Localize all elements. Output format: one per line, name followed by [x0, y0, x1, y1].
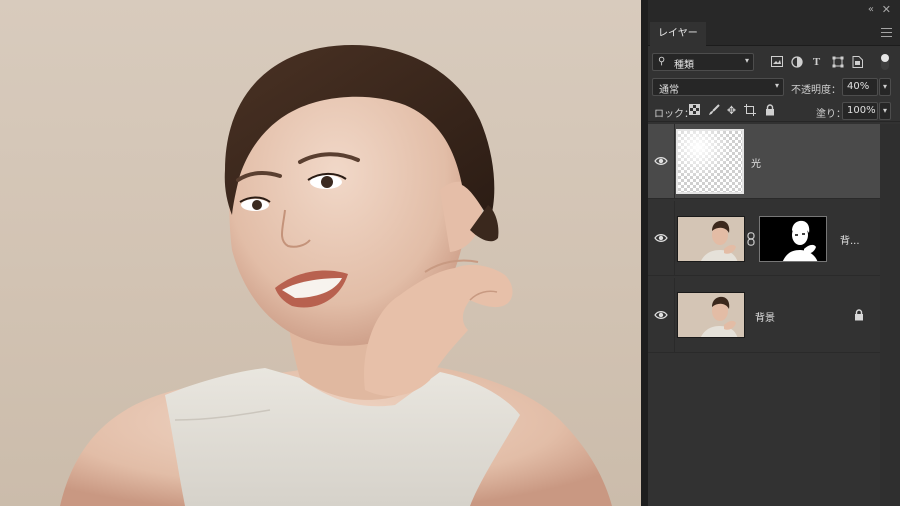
chevron-down-icon: ▾ [744, 56, 749, 65]
opacity-input[interactable]: 40% [842, 78, 878, 96]
layer-name[interactable]: 背... [840, 232, 860, 247]
mask-link-chain-icon[interactable] [747, 232, 755, 246]
layers-list: 光 背... 背景 [648, 124, 900, 506]
layer-thumbnail-transparent[interactable] [676, 129, 744, 194]
blend-row: 通常 ▾ 不透明度： 40% ▾ [648, 76, 900, 98]
panel-titlebar: « ✕ [648, 0, 900, 20]
adjustment-filter-icon[interactable] [790, 56, 803, 69]
layer-row-background[interactable]: 背景 [648, 278, 880, 353]
fill-dropdown-button[interactable]: ▾ [879, 102, 891, 120]
image-filter-icon[interactable] [770, 56, 783, 69]
eye-icon[interactable] [654, 231, 668, 245]
search-icon: ⚲ [658, 56, 666, 67]
filter-kind-select[interactable]: ⚲ 種類 ▾ [652, 53, 754, 71]
double-chevron-left-icon[interactable]: « [868, 4, 874, 15]
layer-name[interactable]: 光 [751, 155, 761, 170]
lock-position-move-icon[interactable]: ✥ [725, 104, 738, 117]
lock-transparent-pixels-icon[interactable] [688, 104, 701, 117]
hamburger-menu-icon[interactable] [881, 28, 892, 37]
layer-row-masked-copy[interactable]: 背... [648, 201, 880, 276]
layer-thumbnail-photo[interactable] [677, 216, 745, 262]
document-canvas[interactable] [0, 0, 641, 506]
layers-scrollbar[interactable] [880, 124, 900, 506]
eye-column-separator [674, 201, 675, 276]
layer-filter-row: ⚲ 種類 ▾ T [648, 50, 900, 74]
chevron-down-icon: ▾ [774, 81, 779, 90]
filter-toggle-switch[interactable] [881, 54, 889, 70]
eye-column-separator [674, 278, 675, 353]
filter-kind-label: 種類 [674, 60, 694, 71]
canvas-panel-divider[interactable] [641, 0, 648, 506]
portrait-photo [60, 44, 612, 506]
blend-mode-select[interactable]: 通常 ▾ [652, 78, 784, 96]
lock-icon [855, 309, 863, 321]
opacity-label: 不透明度： [791, 85, 841, 96]
blend-mode-value: 通常 [659, 85, 679, 96]
lock-row: ロック： ✥ 塗り： 100% ▾ [648, 100, 900, 122]
layers-panel: « ✕ レイヤー ⚲ 種類 ▾ T 通常 ▾ 不透明度： 40% ▾ ロック： … [648, 0, 900, 506]
type-filter-icon[interactable]: T [810, 56, 823, 69]
lock-image-pixels-brush-icon[interactable] [707, 104, 720, 117]
layer-thumbnail-photo[interactable] [677, 292, 745, 338]
eye-icon[interactable] [654, 308, 668, 322]
smart-object-filter-icon[interactable] [851, 56, 864, 69]
layer-row-light[interactable]: 光 [648, 124, 880, 199]
lock-all-icon[interactable] [763, 104, 776, 117]
eye-icon[interactable] [654, 154, 668, 168]
layer-mask-thumbnail[interactable] [759, 216, 827, 262]
opacity-dropdown-button[interactable]: ▾ [879, 78, 891, 96]
layer-name[interactable]: 背景 [755, 309, 775, 324]
lock-artboard-icon[interactable] [743, 104, 756, 117]
panel-tabbar: レイヤー [648, 20, 900, 46]
close-icon[interactable]: ✕ [882, 3, 891, 16]
tab-layers[interactable]: レイヤー [650, 22, 706, 46]
fill-input[interactable]: 100% [842, 102, 878, 120]
shape-filter-icon[interactable] [831, 56, 844, 69]
eye-column-separator [674, 124, 675, 199]
